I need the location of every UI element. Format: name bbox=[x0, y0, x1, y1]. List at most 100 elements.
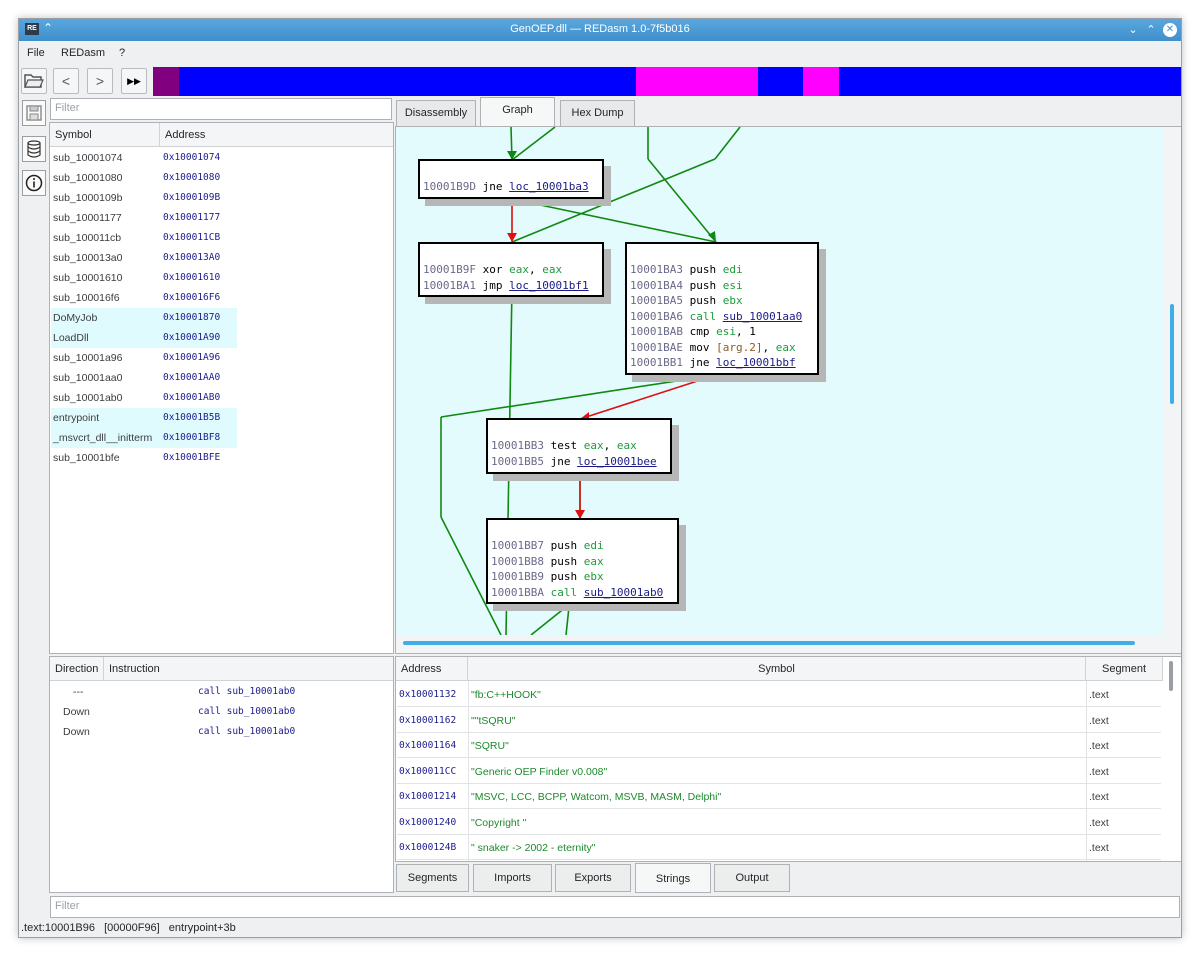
graph-node-10001b9d[interactable]: 10001B9D jne loc_10001ba3 bbox=[418, 159, 604, 199]
string-row[interactable]: 0x100011CC "Generic OEP Finder v0.008" .te… bbox=[397, 759, 1161, 784]
instruction-line[interactable]: 10001BB1 jne loc_10001bbf bbox=[630, 355, 817, 371]
menu-help[interactable]: ? bbox=[119, 47, 125, 59]
symbol-row[interactable]: _msvcrt_dll__initterm 0x10001BF8 bbox=[51, 428, 237, 448]
instruction-mnemonic: call bbox=[689, 309, 717, 323]
open-folder-icon[interactable] bbox=[21, 68, 47, 94]
symbol-row[interactable]: sub_100013a0 0x100013A0 bbox=[51, 248, 237, 268]
symbol-row[interactable]: sub_10001610 0x10001610 bbox=[51, 268, 237, 288]
instruction-line[interactable]: 10001B9F xor eax, eax bbox=[423, 262, 602, 278]
symbol-row[interactable]: sub_1000109b 0x1000109B bbox=[51, 188, 237, 208]
status-location: .text:10001B96 bbox=[21, 922, 96, 934]
instruction-column-header[interactable]: Instruction bbox=[104, 657, 393, 681]
instruction-line[interactable]: 10001BB8 push eax bbox=[491, 554, 677, 570]
tab-disassembly[interactable]: Disassembly bbox=[396, 100, 476, 127]
symbol-row[interactable]: sub_10001080 0x10001080 bbox=[51, 168, 237, 188]
symbol-row[interactable]: sub_10001177 0x10001177 bbox=[51, 208, 237, 228]
close-icon[interactable]: ✕ bbox=[1163, 23, 1177, 37]
tab-imports[interactable]: Imports bbox=[473, 864, 552, 892]
tab-strings[interactable]: Strings bbox=[635, 863, 711, 893]
instruction-address: 10001BB7 bbox=[491, 539, 544, 552]
symbol-row[interactable]: LoadDll 0x10001A90 bbox=[51, 328, 237, 348]
tab-hex-dump[interactable]: Hex Dump bbox=[560, 100, 635, 127]
instruction-reference-link[interactable]: loc_10001bee bbox=[577, 455, 656, 468]
forward-button[interactable]: > bbox=[87, 68, 113, 94]
strings-scrollbar[interactable] bbox=[1169, 661, 1173, 691]
string-row[interactable]: 0x10001240 "Copyright " .text bbox=[397, 810, 1161, 835]
symbol-row[interactable]: DoMyJob 0x10001870 bbox=[51, 308, 237, 328]
reference-row[interactable]: Down call sub_10001ab0 bbox=[51, 702, 391, 722]
graph-node-10001bb7[interactable]: 10001BB7 push edi 10001BB8 push eax 10001B… bbox=[486, 518, 679, 604]
symbol-row[interactable]: sub_100011cb 0x100011CB bbox=[51, 228, 237, 248]
symbol-row[interactable]: sub_100016f6 0x100016F6 bbox=[51, 288, 237, 308]
instruction-reference-link[interactable]: loc_10001bf1 bbox=[509, 279, 588, 292]
instruction-line[interactable]: 10001BB9 push ebx bbox=[491, 569, 677, 585]
symbol-column-header[interactable]: Symbol bbox=[50, 123, 160, 147]
symbol-row[interactable]: sub_10001bfe 0x10001BFE bbox=[51, 448, 237, 468]
instruction-line[interactable]: 10001BBA call sub_10001ab0 bbox=[491, 585, 677, 601]
instruction-reference-link[interactable]: loc_10001bbf bbox=[716, 356, 795, 369]
instruction-reference-link[interactable]: sub_10001aa0 bbox=[723, 310, 802, 323]
address-column-header[interactable]: Address bbox=[160, 123, 393, 147]
instruction-line[interactable]: 10001BA5 push ebx bbox=[630, 293, 817, 309]
string-row[interactable]: 0x10001132 "fb:C++HOOK" .text bbox=[397, 682, 1161, 707]
symbol-row[interactable]: sub_10001ab0 0x10001AB0 bbox=[51, 388, 237, 408]
tab-exports[interactable]: Exports bbox=[555, 864, 631, 892]
symbol-row[interactable]: sub_10001074 0x10001074 bbox=[51, 148, 237, 168]
instruction-reference-link[interactable]: loc_10001ba3 bbox=[509, 180, 588, 193]
instruction-line[interactable]: 10001BA3 push edi bbox=[630, 262, 817, 278]
symbol-address: 0x100013A0 bbox=[163, 252, 221, 263]
bottom-filter-input[interactable]: Filter bbox=[50, 896, 1180, 918]
instruction-address: 10001BB5 bbox=[491, 454, 544, 468]
maximize-icon[interactable]: ⌃ bbox=[1143, 22, 1159, 38]
instruction-line[interactable]: 10001BA4 push esi bbox=[630, 278, 817, 294]
instruction-line[interactable]: 10001BAB cmp esi, 1 bbox=[630, 324, 817, 340]
instruction-line[interactable]: 10001BA1 jmp loc_10001bf1 bbox=[423, 278, 602, 294]
graph-node-10001b9f[interactable]: 10001B9F xor eax, eax 10001BA1 jmp loc_10… bbox=[418, 242, 604, 297]
instruction-line[interactable]: 10001BAE mov [arg.2], eax bbox=[630, 340, 817, 356]
tab-graph[interactable]: Graph bbox=[480, 97, 555, 127]
string-row[interactable]: 0x1000124B " snaker -> 2002 - eternity" .t… bbox=[397, 835, 1161, 860]
instruction-line[interactable]: 10001BB7 push edi bbox=[491, 538, 677, 554]
back-button[interactable]: < bbox=[53, 68, 79, 94]
tab-output[interactable]: Output bbox=[714, 864, 790, 892]
instruction-line[interactable]: 10001B9D jne loc_10001ba3 bbox=[423, 179, 602, 195]
reference-row[interactable]: Down call sub_10001ab0 bbox=[51, 722, 391, 742]
listing-map-bar[interactable] bbox=[153, 67, 1181, 96]
symbol-address: 0x10001BF8 bbox=[163, 432, 221, 443]
address-column-header[interactable]: Address bbox=[396, 657, 468, 681]
symbol-row[interactable]: sub_10001aa0 0x10001AA0 bbox=[51, 368, 237, 388]
instruction-mnemonic: xor bbox=[482, 263, 503, 276]
instruction-line[interactable]: 10001BB3 test eax, eax bbox=[491, 438, 670, 454]
direction-column-header[interactable]: Direction bbox=[50, 657, 104, 681]
instruction-operand: ebx bbox=[583, 570, 604, 583]
instruction-address: 10001BA6 bbox=[630, 309, 683, 323]
status-bar: .text:10001B96 [00000F96] entrypoint+3b bbox=[21, 922, 242, 934]
info-icon[interactable] bbox=[22, 170, 46, 196]
instruction-mnemonic: push bbox=[689, 263, 717, 276]
string-row[interactable]: 0x10001162 ""tSQRU" .text bbox=[397, 708, 1161, 733]
instruction-reference-link[interactable]: sub_10001ab0 bbox=[584, 586, 663, 599]
symbol-column-header[interactable]: Symbol bbox=[468, 657, 1086, 681]
segment-column-header[interactable]: Segment bbox=[1086, 657, 1163, 681]
symbol-row[interactable]: sub_10001a96 0x10001A96 bbox=[51, 348, 237, 368]
graph-horizontal-scrollbar[interactable] bbox=[403, 641, 1135, 645]
instruction-line[interactable]: 10001BB5 jne loc_10001bee bbox=[491, 454, 670, 470]
goto-entry-button[interactable]: ▶▶ bbox=[121, 68, 147, 94]
reference-row[interactable]: --- call sub_10001ab0 bbox=[51, 682, 391, 702]
string-row[interactable]: 0x10001214 "MSVC, LCC, BCPP, Watcom, MSVB… bbox=[397, 784, 1161, 809]
database-icon[interactable] bbox=[22, 136, 46, 162]
save-icon[interactable] bbox=[22, 100, 46, 126]
minimize-icon[interactable]: ⌄ bbox=[1125, 22, 1141, 38]
menu-redasm[interactable]: REDasm bbox=[61, 47, 105, 59]
symbol-filter-input[interactable]: Filter bbox=[50, 98, 392, 120]
instruction-line[interactable]: 10001BA6 call sub_10001aa0 bbox=[630, 309, 817, 325]
graph-view[interactable]: 10001B9D jne loc_10001ba3 10001B9F xor e… bbox=[396, 127, 1164, 635]
string-row[interactable]: 0x10001164 "SQRU" .text bbox=[397, 733, 1161, 758]
symbol-row[interactable]: entrypoint 0x10001B5B bbox=[51, 408, 237, 428]
graph-node-10001ba3[interactable]: 10001BA3 push edi 10001BA4 push esi 10001B… bbox=[625, 242, 819, 375]
graph-vertical-scrollbar[interactable] bbox=[1170, 304, 1174, 404]
symbol-name: sub_100016f6 bbox=[53, 292, 120, 304]
menu-file[interactable]: File bbox=[27, 47, 45, 59]
graph-node-10001bb3[interactable]: 10001BB3 test eax, eax 10001BB5 jne loc_1… bbox=[486, 418, 672, 474]
tab-segments[interactable]: Segments bbox=[396, 864, 469, 892]
